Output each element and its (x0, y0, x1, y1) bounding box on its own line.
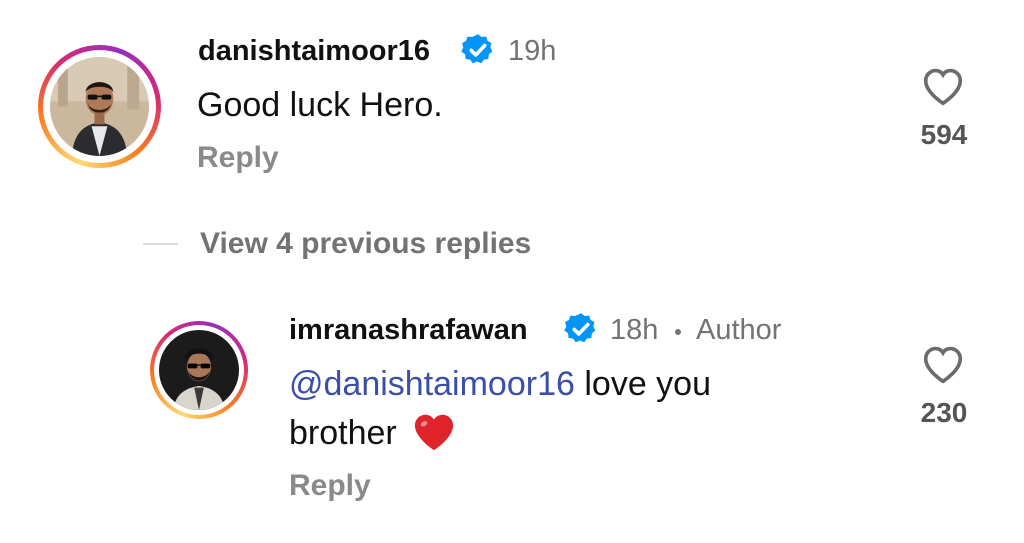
reply-button[interactable]: Reply (197, 141, 279, 175)
separator-dot (675, 329, 681, 335)
red-heart-emoji-icon (415, 414, 454, 451)
reply-button[interactable]: Reply (289, 469, 371, 503)
reply-timestamp: 18h (610, 314, 659, 346)
like-heart-icon[interactable] (921, 66, 965, 106)
reply-avatar[interactable] (150, 321, 248, 419)
comment-timestamp: 19h (508, 35, 557, 67)
reply-text: @danishtaimoor16 love you brother (289, 360, 849, 458)
reply-profile-photo (159, 330, 239, 410)
avatar[interactable] (38, 45, 161, 168)
profile-photo (50, 57, 149, 156)
verified-badge-icon (461, 34, 493, 64)
comment-username[interactable]: danishtaimoor16 (198, 35, 430, 68)
like-heart-icon[interactable] (921, 344, 965, 384)
reply-text-line2: brother (289, 414, 397, 452)
view-previous-replies-button[interactable]: View 4 previous replies (200, 227, 531, 261)
replies-divider (143, 243, 178, 245)
reply-username[interactable]: imranashrafawan (289, 314, 528, 347)
comment-text: Good luck Hero. (197, 86, 443, 124)
reply-text-line1: love you (574, 365, 711, 403)
like-count[interactable]: 594 (904, 119, 984, 151)
like-count[interactable]: 230 (904, 397, 984, 429)
author-tag: Author (696, 314, 782, 346)
mention-link[interactable]: @danishtaimoor16 (289, 365, 575, 403)
comment-thread: danishtaimoor16 19h Good luck Hero. Repl… (0, 0, 1024, 543)
verified-badge-icon (564, 313, 596, 343)
